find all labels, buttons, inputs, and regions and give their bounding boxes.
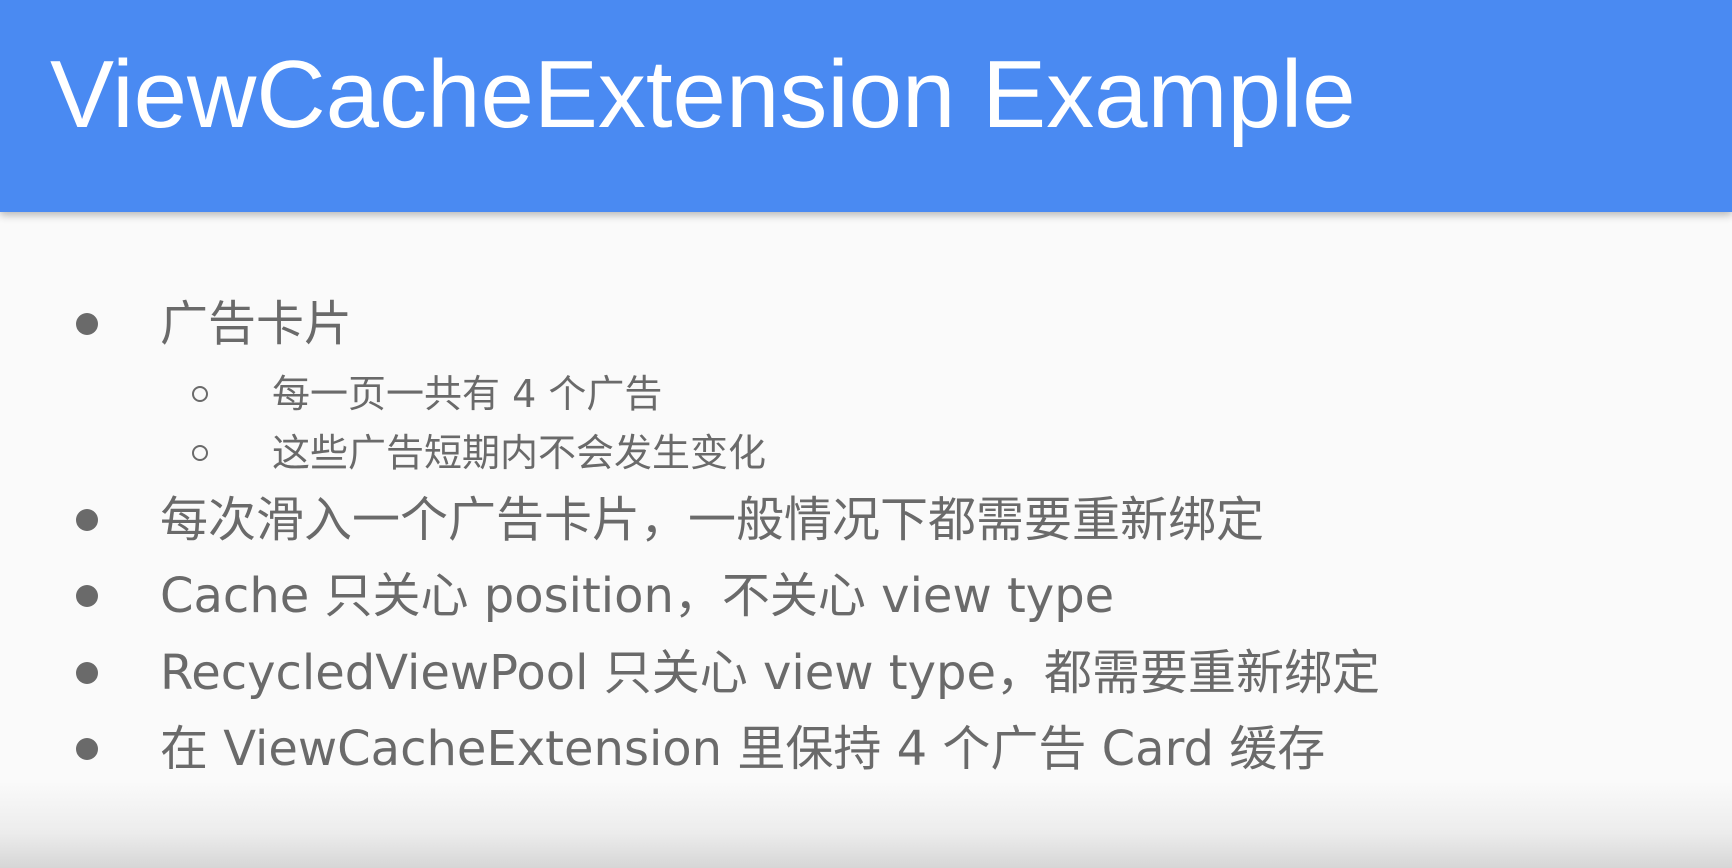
bullet-text: Cache 只关心 position，不关心 view type — [160, 568, 1115, 624]
slide: ViewCacheExtension Example 广告卡片 每一页一共有 4… — [0, 0, 1732, 868]
bullet-circle-icon — [192, 386, 208, 402]
bullet-item: 在 ViewCacheExtension 里保持 4 个广告 Card 缓存 — [0, 717, 1732, 781]
sub-bullet-item: 这些广告短期内不会发生变化 — [0, 428, 1732, 478]
bullet-text: 每次滑入一个广告卡片，一般情况下都需要重新绑定 — [160, 492, 1265, 548]
bullet-dot-icon — [76, 585, 98, 607]
sub-bullet-text: 这些广告短期内不会发生变化 — [272, 431, 767, 475]
bullet-dot-icon — [76, 313, 98, 335]
bullet-dot-icon — [76, 509, 98, 531]
bullet-text: RecycledViewPool 只关心 view type，都需要重新绑定 — [160, 645, 1380, 701]
bullet-dot-icon — [76, 662, 98, 684]
bullet-list: 广告卡片 每一页一共有 4 个广告 这些广告短期内不会发生变化 每次滑入一个广告… — [0, 0, 1732, 868]
sub-bullet-item: 每一页一共有 4 个广告 — [0, 369, 1732, 419]
bullet-item: 广告卡片 — [0, 292, 1732, 356]
bullet-circle-icon — [192, 445, 208, 461]
sub-bullet-text: 每一页一共有 4 个广告 — [272, 372, 663, 416]
bullet-item: 每次滑入一个广告卡片，一般情况下都需要重新绑定 — [0, 488, 1732, 552]
bullet-text: 在 ViewCacheExtension 里保持 4 个广告 Card 缓存 — [160, 721, 1326, 777]
bullet-dot-icon — [76, 738, 98, 760]
bullet-text: 广告卡片 — [160, 296, 353, 352]
bullet-item: Cache 只关心 position，不关心 view type — [0, 564, 1732, 628]
bullet-item: RecycledViewPool 只关心 view type，都需要重新绑定 — [0, 641, 1732, 705]
